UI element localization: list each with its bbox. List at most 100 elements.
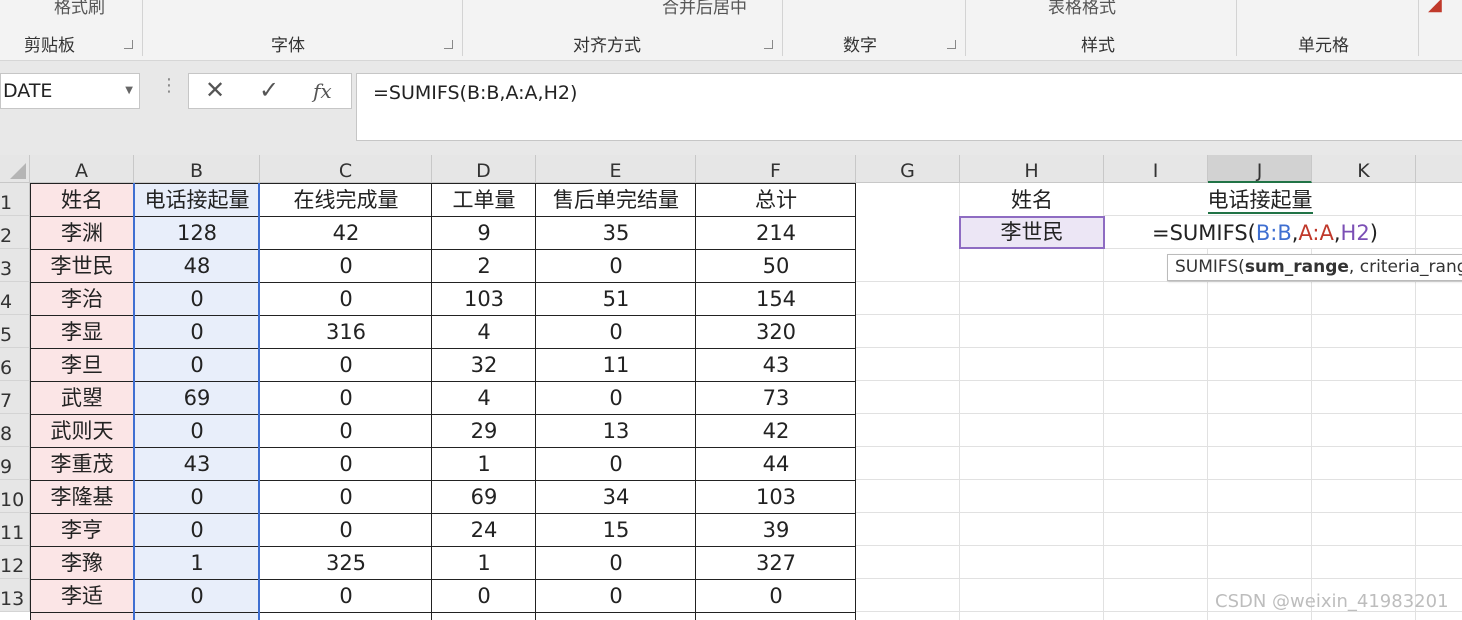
- font-launcher-icon[interactable]: [444, 40, 453, 49]
- col-header-d[interactable]: D: [432, 155, 536, 183]
- table-cell[interactable]: 0: [260, 349, 432, 382]
- clear-icon[interactable]: ◢: [1428, 0, 1442, 15]
- row-header[interactable]: 1: [0, 183, 30, 216]
- table-cell[interactable]: 0: [134, 283, 260, 316]
- table-cell[interactable]: 0: [536, 316, 696, 349]
- table-cell[interactable]: 42: [260, 217, 432, 250]
- table-cell[interactable]: 128: [134, 217, 260, 250]
- table-cell[interactable]: 武则天: [30, 415, 134, 448]
- table-cell[interactable]: 69: [134, 382, 260, 415]
- table-cell[interactable]: 0: [536, 382, 696, 415]
- col-header-g[interactable]: G: [856, 155, 960, 183]
- table-cell[interactable]: 李适: [30, 580, 134, 613]
- tooltip-current-arg[interactable]: sum_range: [1245, 257, 1349, 277]
- table-cell[interactable]: 0: [134, 316, 260, 349]
- table-cell[interactable]: 2: [432, 250, 536, 283]
- table-cell[interactable]: 李重茂: [30, 448, 134, 481]
- table-cell[interactable]: 9: [432, 217, 536, 250]
- table-cell[interactable]: 李显: [30, 316, 134, 349]
- table-cell[interactable]: 50: [696, 250, 856, 283]
- row-header[interactable]: 12: [0, 546, 30, 579]
- table-cell[interactable]: 0: [536, 547, 696, 580]
- lookup-header-value[interactable]: 电话接起量: [1104, 184, 1416, 217]
- lookup-name-cell[interactable]: 李世民: [959, 216, 1105, 249]
- table-cell[interactable]: 0: [134, 514, 260, 547]
- table-cell[interactable]: 1: [134, 547, 260, 580]
- header-name[interactable]: 姓名: [30, 184, 134, 217]
- row-header[interactable]: 5: [0, 315, 30, 348]
- table-cell[interactable]: 1: [432, 547, 536, 580]
- row-header[interactable]: 13: [0, 579, 30, 612]
- enter-icon[interactable]: ✓: [259, 76, 279, 104]
- row-header[interactable]: 4: [0, 282, 30, 315]
- table-cell[interactable]: 51: [536, 283, 696, 316]
- clipboard-launcher-icon[interactable]: [124, 40, 133, 49]
- table-cell[interactable]: 35: [536, 217, 696, 250]
- table-cell[interactable]: 73: [696, 382, 856, 415]
- merge-center-button[interactable]: 合并后居中: [662, 0, 747, 18]
- table-cell[interactable]: 0: [260, 283, 432, 316]
- table-cell[interactable]: 0: [260, 382, 432, 415]
- table-cell[interactable]: 李旦: [30, 349, 134, 382]
- number-launcher-icon[interactable]: [947, 40, 956, 49]
- table-cell[interactable]: 李豫: [30, 547, 134, 580]
- format-painter-button[interactable]: 格式刷: [54, 0, 105, 18]
- editing-formula-cell[interactable]: =SUMIFS(B:B,A:A,H2): [1104, 217, 1416, 250]
- row-header[interactable]: 10: [0, 480, 30, 513]
- table-cell[interactable]: 39: [696, 514, 856, 547]
- table-cell[interactable]: 34: [536, 481, 696, 514]
- table-cell[interactable]: 0: [536, 448, 696, 481]
- lookup-header-name[interactable]: 姓名: [960, 184, 1104, 217]
- table-cell[interactable]: 李治: [30, 283, 134, 316]
- table-cell[interactable]: 316: [260, 316, 432, 349]
- col-header-h[interactable]: H: [960, 155, 1104, 183]
- spreadsheet-grid[interactable]: A B C D E F G H I J K 1 2 3 4 5 6 7 8 9 …: [0, 155, 1462, 620]
- alignment-launcher-icon[interactable]: [764, 40, 773, 49]
- table-cell[interactable]: 0: [260, 580, 432, 613]
- table-cell[interactable]: 320: [696, 316, 856, 349]
- row-header[interactable]: 3: [0, 249, 30, 282]
- table-cell[interactable]: 69: [432, 481, 536, 514]
- formula-input[interactable]: =SUMIFS(B:B,A:A,H2): [356, 73, 1462, 141]
- col-header-i[interactable]: I: [1104, 155, 1208, 183]
- table-cell[interactable]: 325: [260, 547, 432, 580]
- table-format-button[interactable]: 表格格式: [1048, 0, 1116, 18]
- table-cell[interactable]: 李亨: [30, 514, 134, 547]
- col-header-k[interactable]: K: [1312, 155, 1416, 183]
- row-header[interactable]: 2: [0, 216, 30, 249]
- table-cell[interactable]: 李世民: [30, 250, 134, 283]
- table-cell[interactable]: 43: [696, 349, 856, 382]
- header-aftersales[interactable]: 售后单完结量: [536, 184, 696, 217]
- row-header[interactable]: 7: [0, 381, 30, 414]
- table-cell[interactable]: 0: [260, 514, 432, 547]
- drag-handle-icon[interactable]: ⋮: [160, 75, 178, 96]
- select-all-corner[interactable]: [0, 155, 30, 183]
- table-cell[interactable]: 0: [134, 349, 260, 382]
- table-cell[interactable]: 1: [432, 448, 536, 481]
- function-tooltip[interactable]: SUMIFS(sum_range, criteria_rang: [1167, 254, 1462, 281]
- col-header-a[interactable]: A: [30, 155, 134, 183]
- table-cell[interactable]: 214: [696, 217, 856, 250]
- table-cell[interactable]: 武曌: [30, 382, 134, 415]
- table-cell[interactable]: 0: [260, 250, 432, 283]
- table-cell[interactable]: 0: [134, 415, 260, 448]
- table-cell[interactable]: 0: [134, 481, 260, 514]
- table-cell[interactable]: 0: [696, 580, 856, 613]
- table-cell[interactable]: 43: [134, 448, 260, 481]
- table-cell[interactable]: 103: [432, 283, 536, 316]
- name-box[interactable]: DATE ▼: [0, 73, 140, 109]
- table-cell[interactable]: 29: [432, 415, 536, 448]
- row-header[interactable]: 9: [0, 447, 30, 480]
- row-header[interactable]: 6: [0, 348, 30, 381]
- table-cell[interactable]: 李隆基: [30, 481, 134, 514]
- cancel-icon[interactable]: ✕: [205, 76, 225, 104]
- row-header[interactable]: 8: [0, 414, 30, 447]
- col-header-l[interactable]: [1416, 155, 1462, 183]
- table-cell[interactable]: 0: [432, 580, 536, 613]
- table-cell[interactable]: 0: [260, 415, 432, 448]
- table-cell[interactable]: 4: [432, 382, 536, 415]
- table-cell[interactable]: 24: [432, 514, 536, 547]
- table-cell[interactable]: 0: [260, 481, 432, 514]
- table-cell[interactable]: 李渊: [30, 217, 134, 250]
- col-header-b[interactable]: B: [134, 155, 260, 183]
